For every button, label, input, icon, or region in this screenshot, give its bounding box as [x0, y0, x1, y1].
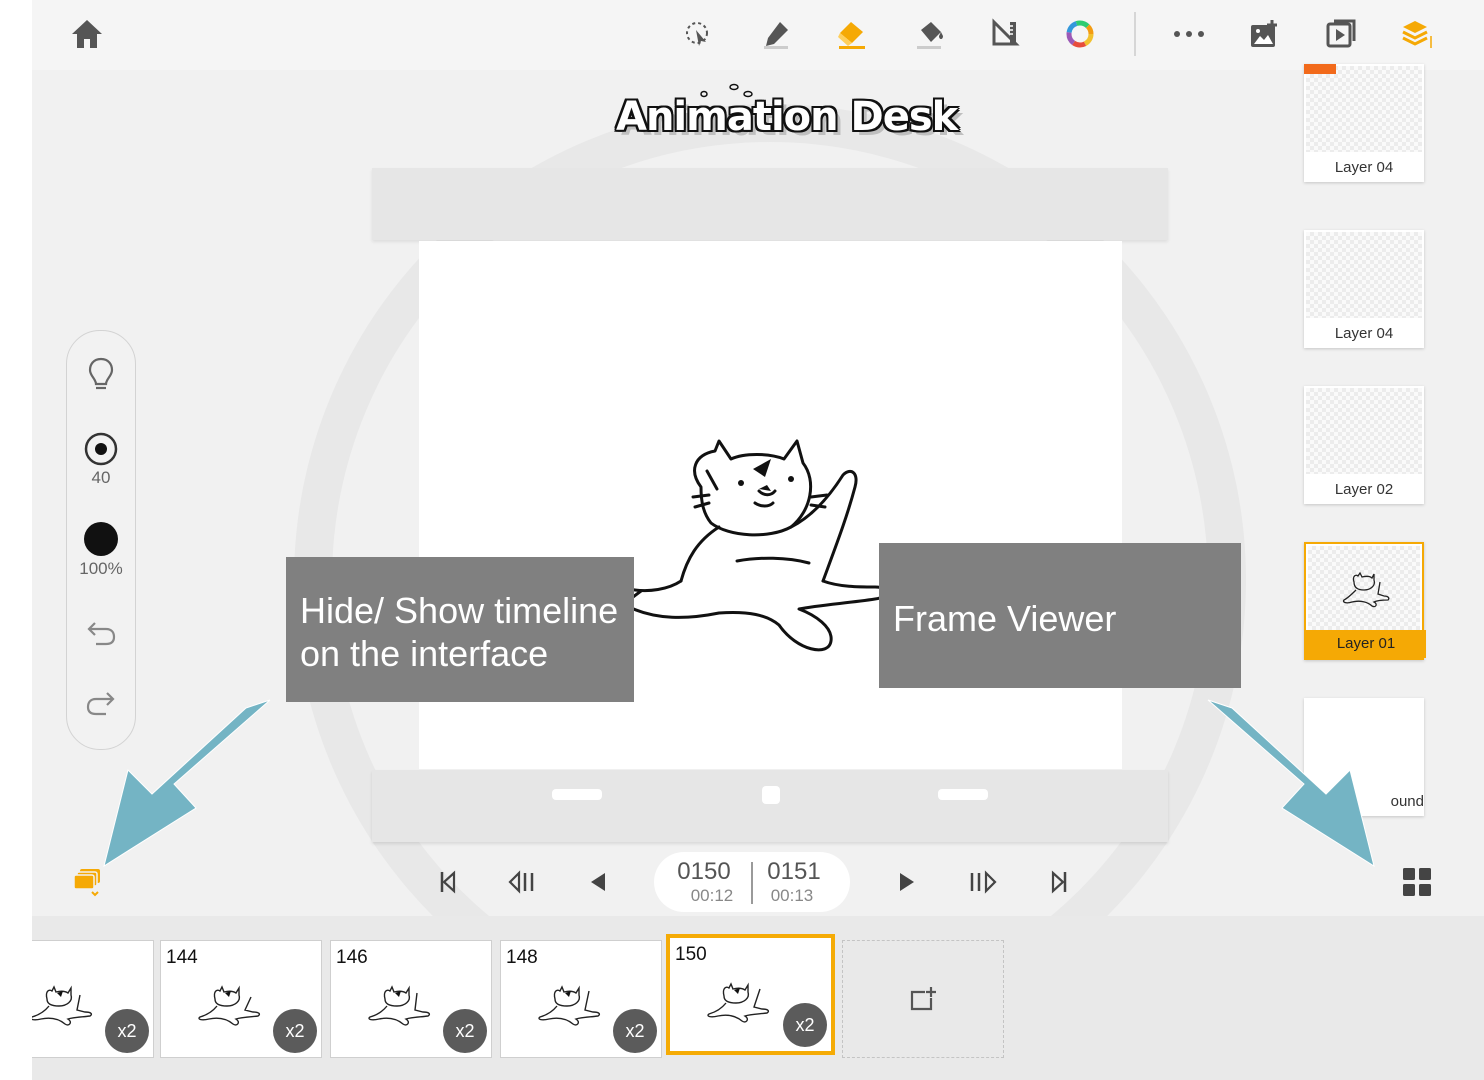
frame-number: 150 — [675, 944, 707, 965]
timeline-frame[interactable]: 146 x2 — [330, 940, 492, 1058]
undo-icon[interactable] — [67, 619, 135, 652]
layer-label: Layer 01 — [1306, 630, 1426, 658]
opacity-value: 100% — [79, 559, 123, 578]
timeline: x2 144 x2 146 x2 148 x2 150 x2 — [32, 916, 1484, 1080]
mini-cat-icon — [1342, 571, 1390, 608]
timeline-frame-active[interactable]: 150 x2 — [666, 934, 835, 1055]
next-frame-icon[interactable] — [887, 864, 927, 900]
frame-thumbnail — [368, 985, 431, 1026]
brush-size-icon[interactable] — [67, 431, 135, 472]
toolbar-divider — [1134, 12, 1136, 56]
onion-center-pill[interactable] — [762, 786, 780, 804]
add-frame-button[interactable] — [842, 940, 1004, 1058]
animation-desk-app: Animation Desk 40 100% Layer 04 Layer 04… — [32, 0, 1484, 1080]
next-frame-number: 0151 — [767, 858, 821, 885]
layer-item[interactable]: Layer 04 — [1304, 230, 1424, 348]
frame-duration-badge: x2 — [783, 1003, 827, 1047]
brush-color-icon[interactable] — [67, 521, 135, 562]
lightbulb-icon[interactable] — [67, 357, 135, 398]
current-frame-time: 00:12 — [690, 886, 734, 905]
layer-item-active[interactable]: Layer 01 — [1304, 542, 1426, 660]
add-frame-icon — [910, 987, 936, 1011]
layer-label: Layer 04 — [1334, 325, 1394, 342]
annotation-arrow-left-icon — [103, 699, 271, 868]
frame-thumbnail — [707, 982, 770, 1023]
layer-item[interactable]: Layer 04 — [1304, 64, 1424, 182]
brush-tools-panel: 40 100% — [66, 330, 136, 750]
previous-frame-icon[interactable] — [578, 864, 618, 900]
app-logo: Animation Desk — [616, 94, 958, 140]
frame-counter: 0150 00:12 0151 00:13 — [654, 852, 850, 912]
frame-duration-badge: x2 — [105, 1009, 149, 1053]
rewind-icon[interactable] — [503, 864, 543, 900]
timeline-frame[interactable]: x2 — [32, 940, 154, 1058]
frame-duration-badge: x2 — [443, 1009, 487, 1053]
layer-thumbnail — [1306, 232, 1422, 318]
layer-thumbnail — [1306, 388, 1422, 474]
frame-number: 144 — [166, 947, 198, 968]
eraser-icon[interactable] — [832, 14, 872, 54]
frame-number: 148 — [506, 947, 538, 968]
frame-thumbnail — [538, 985, 601, 1026]
pen-icon[interactable] — [756, 14, 796, 54]
frame-duration-badge: x2 — [613, 1009, 657, 1053]
ruler-icon[interactable] — [985, 14, 1025, 54]
frame-duration-badge: x2 — [273, 1009, 317, 1053]
layer-item[interactable]: Layer 02 — [1304, 386, 1424, 504]
annotation-timeline-note: Hide/ Show timeline on the interface — [286, 557, 634, 702]
first-frame-icon[interactable] — [428, 864, 468, 900]
last-frame-icon[interactable] — [1039, 864, 1079, 900]
lasso-select-icon[interactable] — [678, 14, 718, 54]
pro-badge — [1304, 64, 1336, 74]
current-frame-number: 0150 — [677, 858, 731, 885]
layer-thumbnail — [1306, 66, 1422, 152]
annotation-frame-viewer-note: Frame Viewer — [879, 543, 1241, 688]
home-icon[interactable] — [67, 14, 107, 54]
frame-number: 146 — [336, 947, 368, 968]
color-wheel-icon[interactable] — [1060, 14, 1100, 54]
frame-viewer-grid-icon[interactable] — [1397, 864, 1437, 900]
paint-bucket-icon[interactable] — [909, 14, 949, 54]
timeline-frame[interactable]: 148 x2 — [500, 940, 662, 1058]
layer-label: Layer 04 — [1334, 159, 1394, 176]
add-image-icon[interactable] — [1244, 14, 1284, 54]
frame-header-bar — [372, 168, 1168, 240]
frame-thumbnail — [32, 985, 93, 1026]
layer-thumbnail — [1308, 546, 1420, 630]
brush-size-value: 40 — [91, 468, 111, 487]
frame-thumbnail — [198, 985, 261, 1026]
layer-label: Layer 02 — [1334, 481, 1394, 498]
onion-next-pill[interactable] — [938, 789, 988, 800]
annotation-arrow-right-icon — [1207, 699, 1375, 868]
layers-icon[interactable] — [1397, 14, 1437, 54]
play-preview-icon[interactable] — [1321, 14, 1361, 54]
next-frame-time: 00:13 — [770, 886, 814, 905]
top-toolbar — [32, 0, 1484, 70]
frame-footer-bar — [372, 770, 1168, 842]
timeline-frame[interactable]: 144 x2 — [160, 940, 322, 1058]
more-icon[interactable] — [1169, 14, 1209, 54]
onion-prev-pill[interactable] — [552, 789, 602, 800]
fast-forward-icon[interactable] — [963, 864, 1003, 900]
